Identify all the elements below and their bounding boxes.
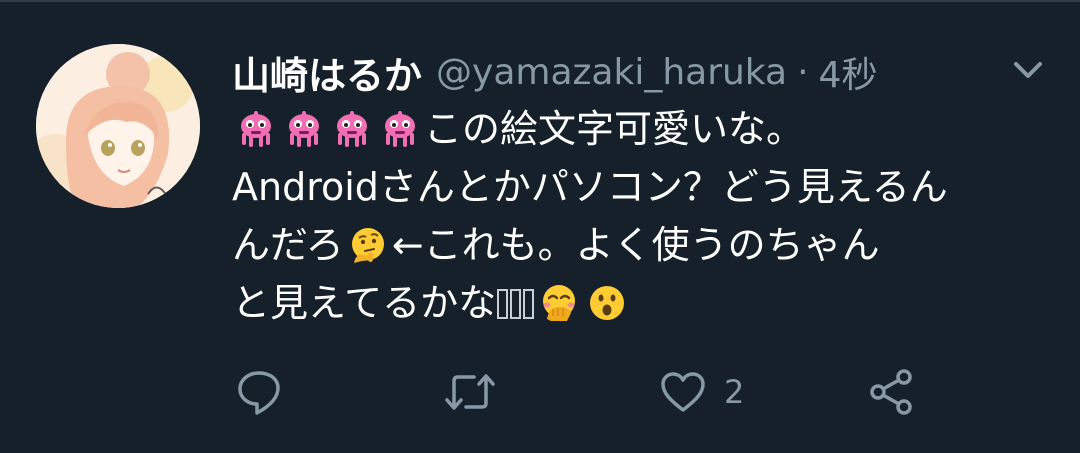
separator-dot: · [797, 51, 809, 93]
tweet-menu-button[interactable] [1008, 56, 1048, 86]
missing-glyph-box [497, 289, 509, 319]
tweet-action-bar: 2 [0, 362, 1080, 422]
tweet-text-segment: Androidさんとかパソコン？どう見えるん [232, 165, 948, 209]
share-icon [870, 369, 912, 415]
avatar[interactable] [36, 44, 200, 208]
retweet-icon [445, 374, 495, 410]
tweet-line-1: この絵文字可愛いな。 [232, 100, 1032, 158]
tweet-line-4: と見えてるかな [232, 274, 1032, 332]
reply-button[interactable] [236, 362, 282, 422]
missing-glyph-box [523, 289, 535, 319]
tweet-header: 山崎はるか @yamazaki_haruka · 4秒 [232, 44, 877, 100]
tweet-text: この絵文字可愛いな。 Androidさんとかパソコン？どう見えるん んだろ ←これ… [232, 100, 1032, 332]
hand-over-mouth-emoji [543, 285, 576, 321]
tweet-text-segment: この絵文字可愛いな。 [424, 107, 805, 151]
alien-monster-emoji [289, 111, 319, 147]
display-name[interactable]: 山崎はるか [232, 45, 422, 100]
thinking-face-emoji [351, 228, 384, 263]
alien-monster-emoji [385, 111, 415, 147]
chevron-down-icon [1014, 62, 1042, 78]
alien-monster-emoji [241, 111, 271, 147]
user-handle[interactable]: @yamazaki_haruka [436, 52, 787, 93]
alien-monster-emoji [337, 111, 367, 147]
reply-icon [238, 371, 280, 415]
avatar-illustration [36, 44, 200, 208]
heart-icon [661, 372, 705, 412]
hushed-face-emoji [590, 286, 625, 320]
retweet-button[interactable] [444, 362, 496, 422]
like-button[interactable]: 2 [660, 362, 744, 422]
share-button[interactable] [866, 362, 916, 422]
tweet-line-2: Androidさんとかパソコン？どう見えるん [232, 158, 1032, 216]
top-divider [0, 0, 1080, 2]
tweet-line-3: んだろ ←これも。よく使うのちゃん [232, 216, 1032, 274]
missing-glyph-box [510, 289, 522, 319]
tweet-text-segment: と見えてるかな [232, 281, 497, 325]
tweet-text-segment: ←これも。よく使うのちゃん [391, 223, 880, 267]
like-count: 2 [724, 373, 745, 411]
tweet-text-segment: んだろ [232, 223, 344, 267]
tweet-timestamp[interactable]: 4秒 [819, 46, 878, 98]
